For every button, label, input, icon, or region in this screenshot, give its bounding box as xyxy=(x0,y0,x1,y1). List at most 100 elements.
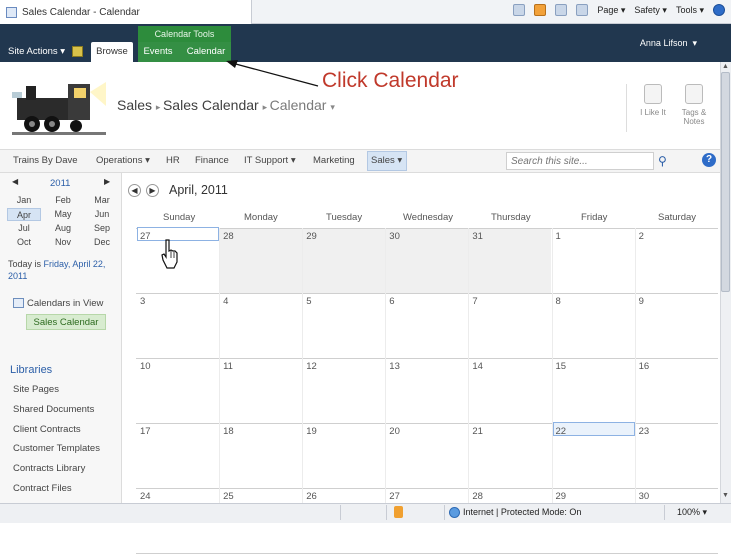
home-icon[interactable] xyxy=(513,4,526,16)
library-item[interactable]: Client Contracts xyxy=(13,424,81,435)
month-mar[interactable]: Mar xyxy=(85,194,119,207)
day-number[interactable]: 29 xyxy=(306,231,317,242)
rss-feed-icon[interactable] xyxy=(534,4,547,16)
libraries-heading[interactable]: Libraries xyxy=(10,364,52,376)
safety-menu[interactable]: Safety ▾ xyxy=(634,5,667,16)
day-number[interactable]: 8 xyxy=(556,296,561,307)
month-nov[interactable]: Nov xyxy=(46,236,80,249)
day-number[interactable]: 23 xyxy=(639,426,650,437)
day-number[interactable]: 25 xyxy=(223,491,234,502)
tags-notes-button[interactable]: Tags & Notes xyxy=(676,84,712,126)
breadcrumb-list[interactable]: Sales Calendar xyxy=(163,97,259,113)
year-prev-button[interactable]: ◀ xyxy=(12,177,18,186)
day-number[interactable]: 15 xyxy=(556,361,567,372)
day-number[interactable]: 30 xyxy=(389,231,400,242)
prev-month-button[interactable]: ◀ xyxy=(128,184,141,197)
tab-browse[interactable]: Browse xyxy=(91,42,133,62)
nav-trains-by-dave[interactable]: Trains By Dave xyxy=(13,155,78,166)
library-item[interactable]: Contracts Library xyxy=(13,463,85,474)
print-icon[interactable] xyxy=(576,4,589,16)
day-number[interactable]: 27 xyxy=(140,231,151,242)
scrollbar-thumb[interactable] xyxy=(721,72,730,292)
browser-tab[interactable]: Sales Calendar - Calendar xyxy=(0,0,252,24)
nav-it-support[interactable]: IT Support ▾ xyxy=(244,155,296,166)
day-number[interactable]: 29 xyxy=(556,491,567,502)
day-number[interactable]: 19 xyxy=(306,426,317,437)
train-logo[interactable] xyxy=(12,76,106,138)
day-header-monday: Monday xyxy=(244,212,278,223)
page-menu[interactable]: Page ▾ xyxy=(597,5,625,16)
month-sep[interactable]: Sep xyxy=(85,222,119,235)
day-number[interactable]: 17 xyxy=(140,426,151,437)
month-oct[interactable]: Oct xyxy=(7,236,41,249)
search-icon[interactable]: ⚲ xyxy=(658,154,667,168)
day-number[interactable]: 24 xyxy=(140,491,151,502)
day-number[interactable]: 21 xyxy=(472,426,483,437)
tools-menu[interactable]: Tools ▾ xyxy=(676,5,704,16)
day-number[interactable]: 1 xyxy=(556,231,561,242)
day-number[interactable]: 7 xyxy=(472,296,477,307)
day-number[interactable]: 11 xyxy=(223,361,233,372)
day-number[interactable]: 20 xyxy=(389,426,400,437)
security-zone[interactable]: Internet | Protected Mode: On xyxy=(463,507,581,517)
library-item[interactable]: Contract Files xyxy=(13,483,72,494)
nav-marketing[interactable]: Marketing xyxy=(313,155,355,166)
user-name: Anna Lifson xyxy=(639,38,688,48)
day-number[interactable]: 26 xyxy=(306,491,317,502)
user-menu[interactable]: Anna Lifson ▾ xyxy=(640,38,697,49)
breadcrumb-site[interactable]: Sales xyxy=(117,97,152,113)
mail-icon[interactable] xyxy=(555,4,568,16)
day-number[interactable]: 3 xyxy=(140,296,145,307)
library-item[interactable]: Site Pages xyxy=(13,384,59,395)
nav-sales[interactable]: Sales ▾ xyxy=(371,155,402,166)
month-jul[interactable]: Jul xyxy=(7,222,41,235)
day-number[interactable]: 13 xyxy=(389,361,400,372)
day-number[interactable]: 6 xyxy=(389,296,394,307)
year-label[interactable]: 2011 xyxy=(50,178,70,189)
day-number[interactable]: 12 xyxy=(306,361,317,372)
status-divider xyxy=(664,505,665,520)
day-number[interactable]: 9 xyxy=(639,296,644,307)
nav-finance[interactable]: Finance xyxy=(195,155,229,166)
day-divider xyxy=(385,228,387,503)
tab-calendar[interactable]: Calendar xyxy=(182,42,230,62)
day-number[interactable]: 5 xyxy=(306,296,311,307)
day-number[interactable]: 31 xyxy=(472,231,483,242)
month-apr[interactable]: Apr xyxy=(7,208,41,221)
day-number[interactable]: 18 xyxy=(223,426,234,437)
next-month-button[interactable]: ▶ xyxy=(146,184,159,197)
nav-hr[interactable]: HR xyxy=(166,155,180,166)
month-may[interactable]: May xyxy=(46,208,80,221)
library-item[interactable]: Shared Documents xyxy=(13,404,94,415)
day-number[interactable]: 30 xyxy=(639,491,650,502)
nav-operations[interactable]: Operations ▾ xyxy=(96,155,150,166)
month-feb[interactable]: Feb xyxy=(46,194,80,207)
help-icon[interactable] xyxy=(713,4,725,16)
month-jun[interactable]: Jun xyxy=(85,208,119,221)
day-number[interactable]: 16 xyxy=(639,361,650,372)
i-like-it-button[interactable]: I Like It xyxy=(636,84,670,117)
sales-calendar-overlay[interactable]: Sales Calendar xyxy=(26,314,106,330)
search-input[interactable] xyxy=(506,152,654,170)
site-actions-menu[interactable]: Site Actions ▾ xyxy=(8,46,65,57)
zoom-level[interactable]: 100% ▾ xyxy=(677,507,707,518)
month-dec[interactable]: Dec xyxy=(85,236,119,249)
breadcrumb-view[interactable]: Calendar xyxy=(270,97,327,113)
day-number[interactable]: 10 xyxy=(140,361,151,372)
scroll-up-arrow[interactable]: ▲ xyxy=(722,63,729,70)
day-number[interactable]: 27 xyxy=(389,491,400,502)
scroll-down-arrow[interactable]: ▼ xyxy=(722,492,729,499)
month-jan[interactable]: Jan xyxy=(7,194,41,207)
day-number[interactable]: 22 xyxy=(556,426,567,437)
day-number[interactable]: 2 xyxy=(639,231,644,242)
navigate-up-icon[interactable] xyxy=(72,46,83,57)
month-aug[interactable]: Aug xyxy=(46,222,80,235)
day-number[interactable]: 28 xyxy=(223,231,234,242)
day-number[interactable]: 4 xyxy=(223,296,228,307)
tab-events[interactable]: Events xyxy=(138,42,178,62)
day-number[interactable]: 28 xyxy=(472,491,483,502)
year-next-button[interactable]: ▶ xyxy=(104,177,110,186)
help-button[interactable]: ? xyxy=(702,153,716,167)
day-number[interactable]: 14 xyxy=(472,361,483,372)
library-item[interactable]: Customer Templates xyxy=(13,443,100,454)
